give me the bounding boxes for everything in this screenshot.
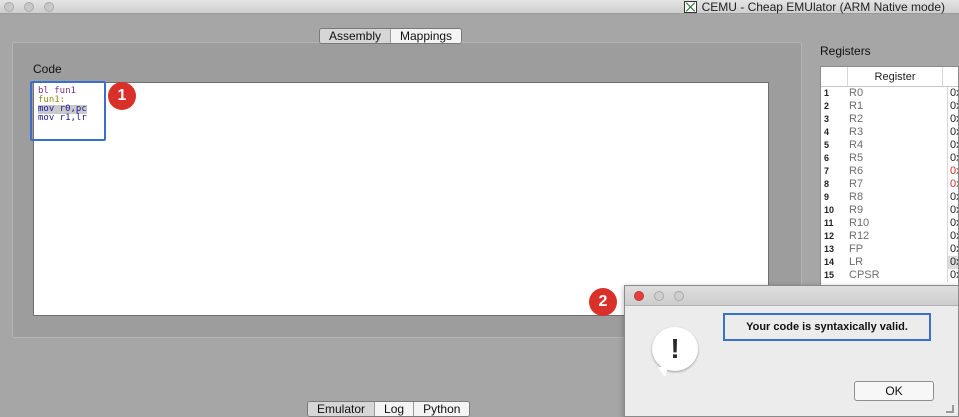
register-value: 0x bbox=[947, 230, 958, 243]
register-column-header[interactable]: Register bbox=[847, 67, 943, 87]
window-minimize-button[interactable] bbox=[24, 2, 34, 12]
register-value: 0x bbox=[947, 243, 958, 256]
register-name: LR bbox=[849, 256, 864, 268]
top-tab-bar: Assembly Mappings bbox=[319, 28, 463, 44]
register-name: R8 bbox=[849, 191, 864, 203]
register-row[interactable]: 7 R6 0x bbox=[821, 165, 958, 178]
tab-mappings[interactable]: Mappings bbox=[390, 29, 462, 43]
dialog-minimize-button bbox=[654, 291, 664, 301]
row-number: 14 bbox=[824, 257, 835, 267]
row-number: 12 bbox=[824, 231, 835, 241]
register-row[interactable]: 1 R0 0x bbox=[821, 87, 958, 100]
register-row[interactable]: 10 R9 0x bbox=[821, 204, 958, 217]
dialog-zoom-button bbox=[674, 291, 684, 301]
register-row[interactable]: 11 R10 0x bbox=[821, 217, 958, 230]
register-value: 0x bbox=[947, 126, 958, 139]
window-close-button[interactable] bbox=[4, 2, 14, 12]
tab-assembly[interactable]: Assembly bbox=[320, 29, 391, 43]
register-name: R3 bbox=[849, 126, 864, 138]
resize-grip-icon[interactable] bbox=[946, 405, 954, 413]
register-row[interactable]: 14 LR 0x bbox=[821, 256, 958, 269]
row-number: 2 bbox=[824, 101, 830, 111]
annotation-badge-1: 1 bbox=[108, 82, 136, 110]
registers-table[interactable]: Register 1 R0 0x 2 R1 0x 3 R2 0x 4 R3 0x 5 R4 0x 6… bbox=[820, 66, 959, 292]
register-row[interactable]: 6 R5 0x bbox=[821, 152, 958, 165]
row-number: 8 bbox=[824, 179, 830, 189]
dialog-message: Your code is syntaxically valid. bbox=[746, 321, 908, 333]
row-number: 3 bbox=[824, 114, 830, 124]
row-number: 9 bbox=[824, 192, 830, 202]
register-name: R5 bbox=[849, 152, 864, 164]
register-row[interactable]: 8 R7 0x bbox=[821, 178, 958, 191]
tab-python[interactable]: Python bbox=[413, 402, 470, 416]
registers-table-header: Register bbox=[821, 67, 958, 87]
code-editor[interactable]: bl fun1 fun1: mov r0,pc mov r1,lr bbox=[33, 82, 769, 316]
exclamation-icon: ! bbox=[652, 327, 698, 377]
register-value: 0x bbox=[947, 87, 958, 100]
row-number: 10 bbox=[824, 205, 835, 215]
row-number: 1 bbox=[824, 88, 830, 98]
row-number: 5 bbox=[824, 140, 830, 150]
register-name: R2 bbox=[849, 113, 864, 125]
register-row[interactable]: 9 R8 0x bbox=[821, 191, 958, 204]
code-highlight-box bbox=[30, 81, 106, 141]
register-name: CPSR bbox=[849, 269, 880, 281]
tab-log[interactable]: Log bbox=[374, 402, 414, 416]
register-name: R4 bbox=[849, 139, 864, 151]
row-number: 15 bbox=[824, 270, 835, 280]
tab-emulator[interactable]: Emulator bbox=[308, 402, 375, 416]
dialog-titlebar bbox=[625, 286, 958, 306]
register-row[interactable]: 5 R4 0x bbox=[821, 139, 958, 152]
register-row[interactable]: 2 R1 0x bbox=[821, 100, 958, 113]
window-title: CEMU - Cheap EMUlator (ARM Native mode) bbox=[701, 0, 945, 14]
register-name: R0 bbox=[849, 87, 864, 99]
register-value: 0x bbox=[947, 100, 958, 113]
row-number: 13 bbox=[824, 244, 835, 254]
register-value: 0x bbox=[947, 204, 958, 217]
register-value: 0x bbox=[947, 113, 958, 126]
register-row[interactable]: 3 R2 0x bbox=[821, 113, 958, 126]
register-name: FP bbox=[849, 243, 864, 255]
register-value: 0x bbox=[947, 139, 958, 152]
row-number: 4 bbox=[824, 127, 830, 137]
register-name: R7 bbox=[849, 178, 864, 190]
dialog-close-button[interactable] bbox=[634, 291, 644, 301]
code-label: Code bbox=[33, 62, 62, 76]
register-value-changed: 0x bbox=[947, 165, 958, 178]
register-name: R9 bbox=[849, 204, 864, 216]
register-row[interactable]: 12 R12 0x bbox=[821, 230, 958, 243]
register-value-changed: 0x bbox=[947, 178, 958, 191]
registers-label: Registers bbox=[820, 44, 871, 58]
register-name: R10 bbox=[849, 217, 870, 229]
window-zoom-button[interactable] bbox=[44, 2, 54, 12]
register-value: 0x bbox=[947, 191, 958, 204]
bottom-tab-bar: Emulator Log Python bbox=[307, 401, 471, 417]
register-name: R6 bbox=[849, 165, 864, 177]
register-row[interactable]: 15 CPSR 0x bbox=[821, 269, 958, 282]
register-row[interactable]: 4 R3 0x bbox=[821, 126, 958, 139]
ok-button[interactable]: OK bbox=[854, 381, 934, 401]
annotation-badge-2: 2 bbox=[589, 288, 617, 316]
row-number: 6 bbox=[824, 153, 830, 163]
register-value: 0x bbox=[947, 152, 958, 165]
register-value-selected: 0x bbox=[947, 256, 958, 269]
window-titlebar: CEMU - Cheap EMUlator (ARM Native mode) bbox=[0, 0, 959, 14]
app-icon bbox=[683, 1, 697, 13]
register-name: R1 bbox=[849, 100, 864, 112]
register-value: 0x bbox=[947, 217, 958, 230]
register-name: R12 bbox=[849, 230, 870, 242]
row-number: 7 bbox=[824, 166, 830, 176]
register-value: 0x bbox=[947, 269, 958, 282]
validation-dialog: ! Your code is syntaxically valid. OK bbox=[624, 285, 959, 417]
register-row[interactable]: 13 FP 0x bbox=[821, 243, 958, 256]
message-highlight-box: Your code is syntaxically valid. bbox=[723, 313, 931, 341]
row-number: 11 bbox=[824, 218, 834, 228]
